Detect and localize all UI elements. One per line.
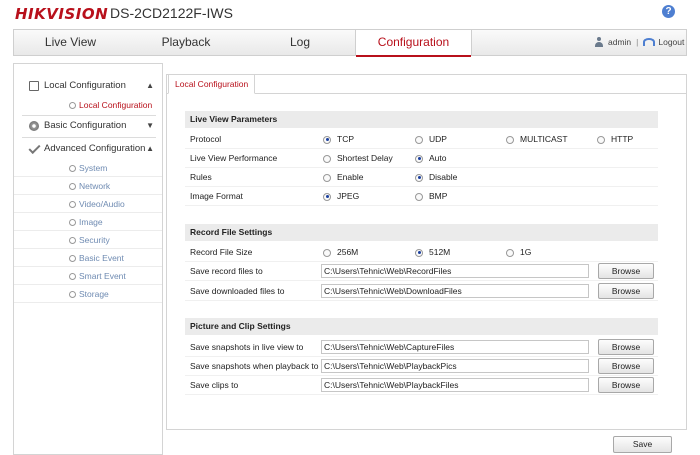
sidebar-group-label: Basic Configuration [44, 120, 127, 131]
tab-configuration[interactable]: Configuration [355, 30, 472, 57]
record-size-label: Record File Size [190, 247, 253, 257]
size-256m-radio[interactable]: 256M [323, 243, 358, 262]
rules-disable-radio[interactable]: Disable [415, 168, 457, 187]
chevron-up-icon: ▲ [146, 144, 154, 153]
protocol-tcp-radio[interactable]: TCP [323, 130, 354, 149]
protocol-multicast-radio[interactable]: MULTICAST [506, 130, 568, 149]
tab-log[interactable]: Log [245, 30, 355, 55]
section-record-file-settings: Record File Settings [185, 224, 658, 241]
monitor-icon [29, 81, 39, 91]
radio-icon[interactable] [506, 135, 514, 144]
clips-path-input[interactable]: C:\Users\Tehnic\Web\PlaybackFiles [321, 378, 589, 392]
rules-row: Rules Enable Disable [185, 168, 658, 187]
rules-enable-radio[interactable]: Enable [323, 168, 363, 187]
chevron-down-icon: ▼ [146, 121, 154, 130]
chevron-up-icon: ▲ [146, 81, 154, 90]
sidebar-item-local-configuration[interactable]: Local Configuration [14, 96, 162, 114]
clips-label: Save clips to [190, 380, 239, 390]
radio-icon[interactable] [506, 248, 514, 257]
record-size-row: Record File Size 256M 512M 1G [185, 243, 658, 262]
clips-row: Save clips to C:\Users\Tehnic\Web\Playba… [185, 376, 658, 395]
performance-shortest-delay-radio[interactable]: Shortest Delay [323, 149, 393, 168]
protocol-udp-radio[interactable]: UDP [415, 130, 447, 149]
logout-link[interactable]: Logout [658, 37, 684, 47]
snap-playback-row: Save snapshots when playback to C:\Users… [185, 357, 658, 376]
save-record-row: Save record files to C:\Users\Tehnic\Web… [185, 262, 658, 281]
protocol-label: Protocol [190, 134, 222, 144]
sidebar-item-video-audio[interactable]: Video/Audio [14, 195, 162, 213]
radio-icon[interactable] [597, 135, 605, 144]
tab-local-configuration[interactable]: Local Configuration [168, 74, 256, 94]
radio-icon[interactable] [415, 248, 423, 257]
snap-live-path-input[interactable]: C:\Users\Tehnic\Web\CaptureFiles [321, 340, 589, 354]
rules-label: Rules [190, 172, 212, 182]
user-icon [594, 37, 604, 47]
browse-snap-playback-button[interactable]: Browse [598, 358, 654, 374]
size-512m-radio[interactable]: 512M [415, 243, 450, 262]
browse-snap-live-button[interactable]: Browse [598, 339, 654, 355]
section-picture-clip-settings: Picture and Clip Settings [185, 318, 658, 335]
sidebar-item-network[interactable]: Network [14, 177, 162, 195]
device-model: DS-2CD2122F-IWS [110, 5, 233, 21]
sidebar-item-system[interactable]: System [14, 159, 162, 177]
settings-disc-icon [29, 121, 39, 131]
image-format-row: Image Format JPEG BMP [185, 187, 658, 206]
help-icon[interactable]: ? [662, 5, 675, 18]
section-live-view-parameters: Live View Parameters [185, 111, 658, 128]
tab-playback[interactable]: Playback [127, 30, 245, 55]
protocol-row: Protocol TCP UDP MULTICAST HTTP [185, 130, 658, 149]
performance-label: Live View Performance [190, 153, 278, 163]
sidebar-group-advanced[interactable]: Advanced Configuration ▲ [14, 138, 162, 160]
browse-download-button[interactable]: Browse [598, 283, 654, 299]
radio-icon[interactable] [415, 192, 423, 201]
size-1g-radio[interactable]: 1G [506, 243, 531, 262]
sidebar-group-local[interactable]: Local Configuration ▲ [14, 75, 162, 97]
sidebar-item-smart-event[interactable]: Smart Event [14, 267, 162, 285]
radio-icon[interactable] [323, 154, 331, 163]
snap-live-row: Save snapshots in live view to C:\Users\… [185, 338, 658, 357]
sidebar-item-image[interactable]: Image [14, 213, 162, 231]
snap-playback-label: Save snapshots when playback to [190, 361, 319, 371]
format-jpeg-radio[interactable]: JPEG [323, 187, 359, 206]
image-format-label: Image Format [190, 191, 243, 201]
sidebar-item-basic-event[interactable]: Basic Event [14, 249, 162, 267]
browse-clips-button[interactable]: Browse [598, 377, 654, 393]
sidebar-item-storage[interactable]: Storage [14, 285, 162, 303]
sidebar-group-label: Local Configuration [44, 80, 126, 91]
radio-icon[interactable] [415, 154, 423, 163]
browse-record-button[interactable]: Browse [598, 263, 654, 279]
download-path-input[interactable]: C:\Users\Tehnic\Web\DownloadFiles [321, 284, 589, 298]
radio-icon[interactable] [415, 173, 423, 182]
radio-icon[interactable] [323, 192, 331, 201]
logout-icon[interactable] [643, 38, 656, 46]
protocol-http-radio[interactable]: HTTP [597, 130, 633, 149]
snap-live-label: Save snapshots in live view to [190, 342, 304, 352]
radio-icon[interactable] [323, 248, 331, 257]
save-download-label: Save downloaded files to [190, 286, 285, 296]
main-nav: Live View Playback Log Configuration adm… [13, 29, 687, 57]
performance-row: Live View Performance Shortest Delay Aut… [185, 149, 658, 168]
sidebar: Local Configuration ▲ Local Configuratio… [13, 63, 163, 455]
save-button[interactable]: Save [613, 436, 672, 453]
user-area: admin | Logout [594, 37, 684, 47]
save-record-label: Save record files to [190, 266, 263, 276]
sidebar-group-label: Advanced Configuration [44, 143, 146, 154]
radio-icon[interactable] [323, 173, 331, 182]
tab-live-view[interactable]: Live View [14, 30, 127, 55]
snap-playback-path-input[interactable]: C:\Users\Tehnic\Web\PlaybackPics [321, 359, 589, 373]
radio-icon[interactable] [323, 135, 331, 144]
performance-auto-radio[interactable]: Auto [415, 149, 447, 168]
sidebar-group-basic[interactable]: Basic Configuration ▼ [14, 115, 162, 137]
top-bar: HIKVISION DS-2CD2122F-IWS ? [0, 0, 700, 28]
format-bmp-radio[interactable]: BMP [415, 187, 447, 206]
brand-logo: HIKVISION [15, 5, 109, 23]
wrench-icon [28, 141, 41, 155]
username: admin [608, 37, 632, 47]
user-separator: | [636, 37, 639, 47]
save-download-row: Save downloaded files to C:\Users\Tehnic… [185, 282, 658, 301]
record-path-input[interactable]: C:\Users\Tehnic\Web\RecordFiles [321, 264, 589, 278]
sidebar-item-security[interactable]: Security [14, 231, 162, 249]
radio-icon[interactable] [415, 135, 423, 144]
